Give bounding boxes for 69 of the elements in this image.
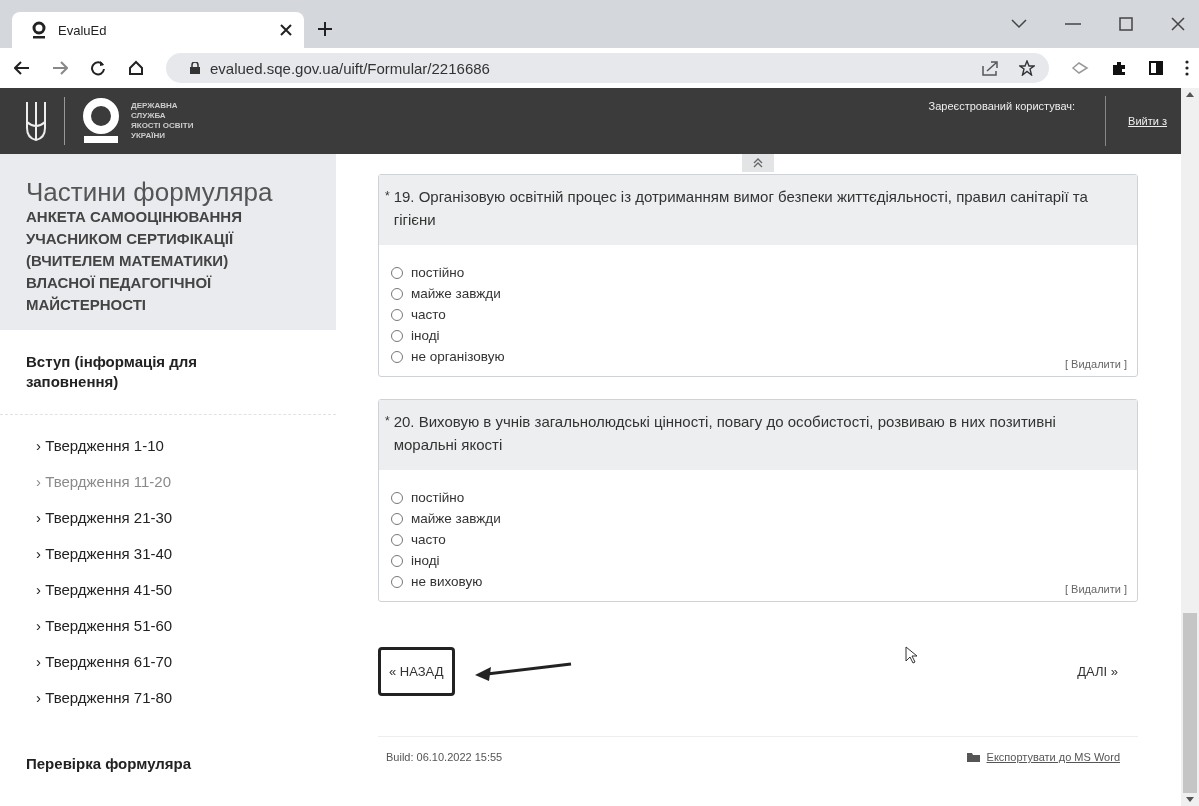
- share-icon[interactable]: [981, 60, 999, 76]
- chevron-down-icon[interactable]: [1011, 19, 1027, 29]
- sidebar-item[interactable]: › Твердження 71-80: [36, 689, 173, 706]
- logo-text: СЛУЖБА: [131, 111, 167, 121]
- extension-icon[interactable]: [1071, 60, 1089, 76]
- folder-icon: [966, 751, 981, 763]
- option-label[interactable]: майже завжди: [411, 511, 501, 526]
- maximize-icon[interactable]: [1119, 17, 1133, 31]
- double-chevron-up-icon: [753, 158, 763, 168]
- question-text: 20. Виховую в учнів загальнолюдські цінності, повагу до особистості, розвиваю в них позитивні моральні якості: [393, 412, 1057, 455]
- scroll-down-icon[interactable]: [1186, 797, 1194, 802]
- sidebar-link[interactable]: Вступ (інформація для заповнення): [0, 330, 336, 415]
- cursor-icon: [905, 646, 918, 664]
- collapse-button[interactable]: [742, 154, 774, 172]
- sidebar-item[interactable]: › Твердження 1-10: [36, 437, 164, 454]
- option-label[interactable]: часто: [411, 307, 446, 322]
- lock-icon: [190, 62, 200, 74]
- logo-text: ЯКОСТІ ОСВІТИ: [131, 121, 194, 131]
- close-icon[interactable]: [280, 24, 292, 36]
- back-icon[interactable]: [14, 61, 30, 75]
- required-mark: *: [385, 188, 390, 205]
- site-icon: [30, 21, 48, 39]
- logo-icon: [81, 98, 121, 144]
- sidebar-link[interactable]: Перевірка формуляра: [0, 732, 336, 796]
- option-label[interactable]: постійно: [411, 490, 465, 505]
- trident-icon: [24, 100, 48, 142]
- form-title: АНКЕТА САМООЦІНЮВАННЯ УЧАСНИКОМ СЕРТИФІКАЦІЇ (ВЧИТЕЛЕМ МАТЕМАТИКИ) ВЛАСНОЇ ПЕДАГОГІЧНОЇ МАЙСТЕРНОСТІ: [26, 207, 243, 315]
- forward-icon[interactable]: [52, 61, 68, 75]
- sidebar-item[interactable]: › Твердження 11-20: [36, 473, 172, 490]
- option-label[interactable]: іноді: [411, 328, 440, 343]
- logout-link[interactable]: Вийти з: [1128, 115, 1167, 127]
- option-label[interactable]: часто: [411, 532, 446, 547]
- user-label: Зареєстрований користувач:: [928, 100, 1076, 112]
- address-field[interactable]: evalued.sqe.gov.ua/uift/Formular/2216686: [166, 53, 1049, 83]
- browser-tab[interactable]: EvaluEd: [12, 12, 304, 48]
- build-info: Build: 06.10.2022 15:55: [386, 751, 503, 763]
- scroll-up-icon[interactable]: [1186, 92, 1194, 97]
- sidebar-item[interactable]: › Твердження 21-30: [36, 509, 173, 526]
- scroll-thumb[interactable]: [1183, 613, 1197, 793]
- option-label[interactable]: постійно: [411, 265, 465, 280]
- question-text: 19. Організовую освітній процес із дотриманням вимог безпеки життєдіяльності, правил санітарії та гігієни: [393, 187, 1089, 230]
- delete-link[interactable]: [ Видалити ]: [1065, 358, 1127, 370]
- close-icon[interactable]: [1171, 17, 1185, 31]
- sidebar-item[interactable]: › Твердження 61-70: [36, 653, 173, 670]
- menu-icon[interactable]: [1185, 60, 1189, 76]
- plus-icon[interactable]: [318, 22, 332, 36]
- required-mark: *: [385, 413, 390, 430]
- minimize-icon[interactable]: [1065, 22, 1081, 26]
- tab-title: EvaluEd: [58, 22, 108, 38]
- option-label[interactable]: не виховую: [411, 574, 483, 589]
- home-icon[interactable]: [128, 60, 144, 76]
- export-link[interactable]: Експортувати до MS Word: [986, 751, 1120, 763]
- sidebar-title: Частини формуляра: [26, 178, 274, 206]
- reload-icon[interactable]: [90, 60, 106, 76]
- sidebar-item[interactable]: › Твердження 51-60: [36, 617, 173, 634]
- option-label[interactable]: майже завжди: [411, 286, 501, 301]
- back-button[interactable]: « НАЗАД: [378, 646, 455, 696]
- puzzle-icon[interactable]: [1111, 60, 1127, 76]
- option-label[interactable]: іноді: [411, 553, 440, 568]
- sidebar-icon[interactable]: [1149, 61, 1163, 75]
- next-link[interactable]: ДАЛІ »: [1077, 663, 1118, 679]
- logo-text: УКРАЇНИ: [131, 131, 166, 141]
- logo-text: ДЕРЖАВНА: [131, 101, 179, 111]
- sidebar-item[interactable]: › Твердження 41-50: [36, 581, 173, 598]
- star-icon[interactable]: [1019, 60, 1035, 76]
- scrollbar[interactable]: [1181, 88, 1199, 806]
- delete-link[interactable]: [ Видалити ]: [1065, 583, 1127, 595]
- sidebar-item[interactable]: › Твердження 31-40: [36, 545, 173, 562]
- option-label[interactable]: не організовую: [411, 349, 505, 364]
